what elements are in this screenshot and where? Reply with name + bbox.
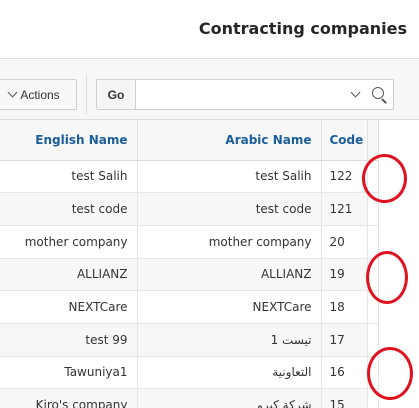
cell-arabic-name: test Salih (137, 160, 322, 194)
table-row[interactable]: mother company mother company 20 (0, 225, 379, 259)
cell-english-name: Kiro's company (0, 388, 138, 408)
table-row[interactable]: test 99 تيست 1 17 (0, 323, 379, 357)
cell-code: 18 (321, 290, 368, 324)
cell-code: 16 (321, 356, 368, 390)
cell-arabic-name: شركة كيرو (137, 388, 322, 408)
annotation-circle (366, 251, 408, 304)
search-input[interactable] (136, 80, 346, 109)
annotation-circle (362, 154, 407, 203)
table-row[interactable]: Tawuniya1 التعاونية 16 (0, 356, 379, 390)
search-bar: Go (96, 79, 394, 110)
toolbar-divider (86, 74, 87, 114)
cell-english-name: mother company (0, 225, 138, 259)
cell-english-name: test Salih (0, 160, 138, 194)
chevron-down-icon[interactable] (350, 87, 361, 98)
table-row[interactable]: ALLIANZ ALLIANZ 19 (0, 258, 379, 292)
cell-english-name: Tawuniya1 (0, 356, 138, 390)
cell-arabic-name: NEXTCare (137, 290, 322, 324)
cell-english-name: NEXTCare (0, 290, 138, 324)
search-controls (347, 80, 393, 109)
cell-arabic-name: تيست 1 (137, 323, 322, 357)
cell-code: 17 (321, 323, 368, 357)
page-header: Contracting companies (0, 0, 419, 59)
table-row[interactable]: NEXTCare NEXTCare 18 (0, 290, 379, 324)
cell-code: 122 (321, 160, 368, 194)
companies-table: English Name Arabic Name Code test Salih… (0, 120, 379, 408)
search-icon[interactable] (370, 86, 388, 104)
column-header-english-name[interactable]: English Name (0, 120, 138, 161)
column-header-code[interactable]: Code (321, 120, 368, 161)
annotation-circle (367, 347, 413, 400)
cell-code: 19 (321, 258, 368, 292)
cell-arabic-name: mother company (137, 225, 322, 259)
actions-menu-button[interactable]: Actions (0, 79, 77, 110)
cell-english-name: test code (0, 192, 138, 226)
cell-english-name: ALLIANZ (0, 258, 138, 292)
table-row[interactable]: test Salih test Salih 122 (0, 160, 379, 194)
go-button[interactable]: Go (97, 80, 136, 109)
table-header-row: English Name Arabic Name Code (0, 120, 379, 161)
cell-english-name: test 99 (0, 323, 138, 357)
cell-code: 121 (321, 192, 368, 226)
cell-arabic-name: test code (137, 192, 322, 226)
page-title: Contracting companies (198, 19, 407, 38)
cell-code: 15 (321, 388, 368, 408)
cell-code: 20 (321, 225, 368, 259)
cell-arabic-name: التعاونية (137, 356, 322, 390)
table-row[interactable]: Kiro's company شركة كيرو 15 (0, 388, 379, 408)
table-row[interactable]: test code test code 121 (0, 192, 379, 226)
cell-arabic-name: ALLIANZ (137, 258, 322, 292)
actions-label: Actions (20, 87, 60, 102)
chevron-down-icon (7, 87, 18, 98)
column-header-arabic-name[interactable]: Arabic Name (137, 120, 322, 161)
